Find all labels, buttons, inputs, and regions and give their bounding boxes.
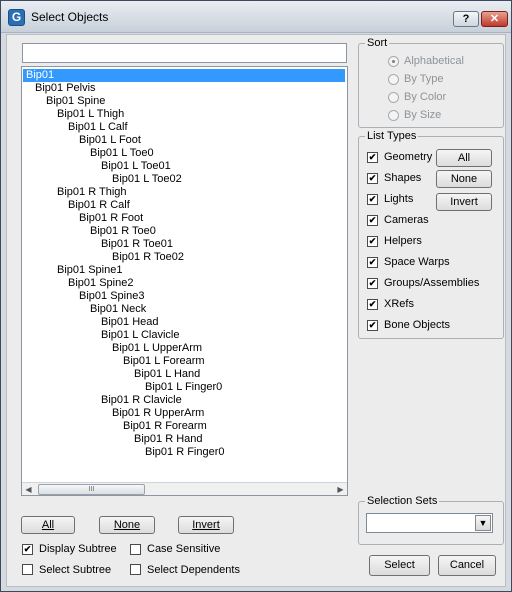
sort-option-label: By Type (404, 73, 444, 85)
select-dependents-checkbox[interactable] (130, 564, 141, 575)
tree-item[interactable]: Bip01 L Toe01 (101, 160, 171, 173)
sort-radio[interactable] (388, 92, 399, 103)
display-subtree-label: Display Subtree (39, 543, 117, 555)
tree-item[interactable]: Bip01 Spine (46, 95, 105, 108)
sort-option-label: Alphabetical (404, 55, 464, 67)
select-dependents-label: Select Dependents (147, 564, 240, 576)
select-invert-button[interactable]: Invert (178, 516, 234, 534)
list-type-label: Space Warps (384, 256, 450, 268)
scroll-left-arrow-icon[interactable]: ◀ (22, 483, 35, 495)
sort-radio[interactable] (388, 110, 399, 121)
selection-sets-dropdown[interactable]: ▼ (366, 513, 493, 533)
tree-item[interactable]: Bip01 Spine1 (57, 264, 122, 277)
case-sensitive-checkbox[interactable] (130, 544, 141, 555)
tree-item[interactable]: Bip01 Pelvis (35, 82, 96, 95)
list-type-checkbox[interactable]: ✔ (367, 320, 378, 331)
tree-item[interactable]: Bip01 Neck (90, 303, 146, 316)
list-type-checkbox[interactable]: ✔ (367, 278, 378, 289)
list-type-checkbox[interactable]: ✔ (367, 236, 378, 247)
sort-option-label: By Color (404, 91, 447, 103)
cancel-button[interactable]: Cancel (438, 555, 496, 576)
selection-sets-group-title: Selection Sets (365, 495, 440, 507)
window-title: Select Objects (31, 10, 109, 24)
scroll-thumb[interactable]: III (38, 484, 145, 495)
list-type-label: Groups/Assemblies (384, 277, 480, 289)
list-types-all-button[interactable]: All (436, 149, 492, 167)
list-type-label: Cameras (384, 214, 429, 226)
tree-item[interactable]: Bip01 L Finger0 (145, 381, 222, 394)
tree-item[interactable]: Bip01 R Clavicle (101, 394, 182, 407)
horizontal-scrollbar[interactable]: ◀ III ▶ (22, 482, 347, 495)
list-type-checkbox[interactable]: ✔ (367, 215, 378, 226)
tree-item[interactable]: Bip01 L Toe02 (112, 173, 182, 186)
object-tree-list[interactable]: Bip01 Bip01 Pelvis Bip01 Spine Bip01 L Thig… (21, 66, 348, 496)
app-icon: G (8, 9, 25, 26)
list-type-label: Helpers (384, 235, 422, 247)
list-types-group: List Types ✔ Geometry ✔ Shapes ✔ Lights ✔ Camer… (358, 130, 504, 339)
help-button[interactable]: ? (453, 11, 479, 27)
list-types-invert-button[interactable]: Invert (436, 193, 492, 211)
list-type-checkbox[interactable]: ✔ (367, 299, 378, 310)
tree-item[interactable]: Bip01 L UpperArm (112, 342, 202, 355)
tree-item[interactable]: Bip01 R Toe01 (101, 238, 173, 251)
select-all-button[interactable]: All (21, 516, 75, 534)
select-subtree-checkbox[interactable] (22, 564, 33, 575)
sort-radio[interactable] (388, 74, 399, 85)
tree-item[interactable]: Bip01 R Calf (68, 199, 130, 212)
sort-group: Sort Alphabetical By Type By Color By Size (358, 37, 504, 128)
sort-group-title: Sort (365, 37, 390, 49)
tree-item[interactable]: Bip01 R UpperArm (112, 407, 204, 420)
list-type-label: Geometry (384, 151, 433, 163)
tree-item[interactable]: Bip01 R Foot (79, 212, 143, 225)
list-types-none-button[interactable]: None (436, 170, 492, 188)
list-type-checkbox[interactable]: ✔ (367, 257, 378, 268)
tree-item[interactable]: Bip01 R Finger0 (145, 446, 225, 459)
chevron-down-icon[interactable]: ▼ (475, 515, 491, 531)
select-none-button[interactable]: None (99, 516, 155, 534)
sort-radio[interactable] (388, 56, 399, 67)
list-type-label: XRefs (384, 298, 414, 310)
tree-item[interactable]: Bip01 Spine2 (68, 277, 133, 290)
title-bar[interactable]: G Select Objects ? ✕ (1, 1, 511, 33)
list-type-label: Lights (384, 193, 414, 205)
tree-item[interactable]: Bip01 R Forearm (123, 420, 207, 433)
sort-option-label: By Size (404, 109, 442, 121)
list-type-checkbox[interactable]: ✔ (367, 173, 378, 184)
tree-item[interactable]: Bip01 Spine3 (79, 290, 144, 303)
scroll-right-arrow-icon[interactable]: ▶ (334, 483, 347, 495)
case-sensitive-label: Case Sensitive (147, 543, 221, 555)
tree-item[interactable]: Bip01 (23, 69, 345, 82)
display-subtree-checkbox[interactable]: ✔ (22, 544, 33, 555)
select-objects-dialog: G Select Objects ? ✕ Bip01 Bip01 Pelvis Bi… (0, 0, 512, 592)
name-filter-input[interactable] (22, 43, 347, 63)
tree-item[interactable]: Bip01 L Calf (68, 121, 128, 134)
list-type-checkbox[interactable]: ✔ (367, 152, 378, 163)
close-button[interactable]: ✕ (481, 11, 508, 27)
tree-item[interactable]: Bip01 L Clavicle (101, 329, 179, 342)
dialog-body: Bip01 Bip01 Pelvis Bip01 Spine Bip01 L Thig… (6, 34, 506, 587)
list-types-group-title: List Types (365, 130, 419, 142)
tree-item[interactable]: Bip01 R Hand (134, 433, 203, 446)
tree-item[interactable]: Bip01 R Toe02 (112, 251, 184, 264)
tree-item[interactable]: Bip01 L Forearm (123, 355, 205, 368)
tree-item[interactable]: Bip01 L Thigh (57, 108, 124, 121)
select-subtree-label: Select Subtree (39, 564, 112, 576)
tree-item[interactable]: Bip01 L Foot (79, 134, 141, 147)
list-type-label: Shapes (384, 172, 422, 184)
tree-item[interactable]: Bip01 R Thigh (57, 186, 127, 199)
select-button[interactable]: Select (369, 555, 430, 576)
tree-item[interactable]: Bip01 L Toe0 (90, 147, 154, 160)
list-type-label: Bone Objects (384, 319, 451, 331)
tree-item[interactable]: Bip01 Head (101, 316, 159, 329)
tree-item[interactable]: Bip01 R Toe0 (90, 225, 156, 238)
tree-item[interactable]: Bip01 L Hand (134, 368, 200, 381)
list-type-checkbox[interactable]: ✔ (367, 194, 378, 205)
